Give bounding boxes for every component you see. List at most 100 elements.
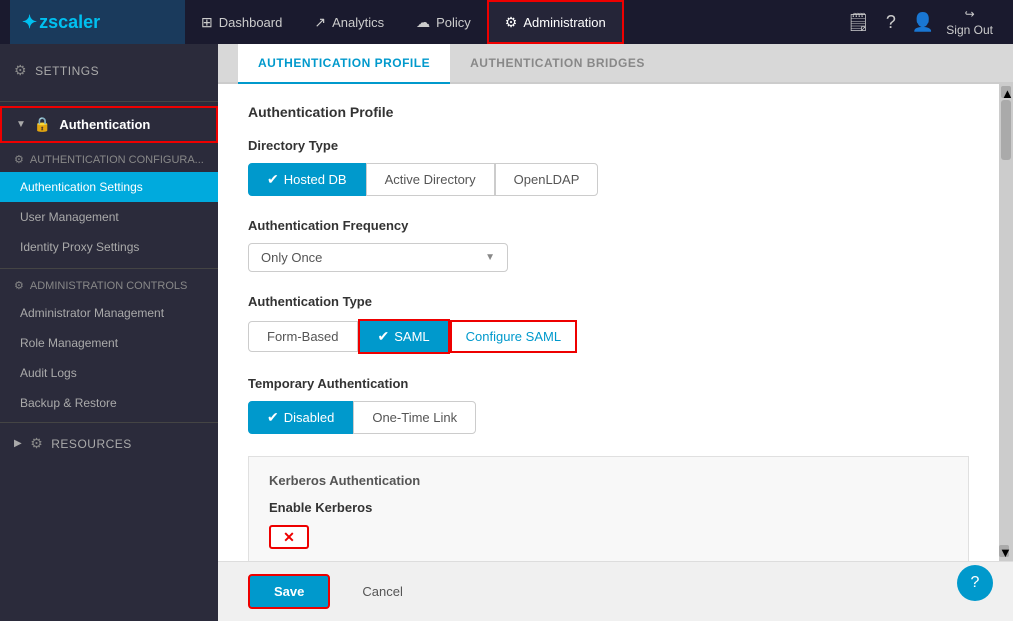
signout-button[interactable]: ↪ Sign Out xyxy=(946,7,993,37)
sidebar-role-management-label: Role Management xyxy=(20,336,118,350)
auth-frequency-label: Authentication Frequency xyxy=(248,218,969,233)
floating-help-button[interactable]: ? xyxy=(957,565,993,601)
sidebar-item-role-management[interactable]: Role Management xyxy=(0,328,218,358)
auth-config-icon: ⚙ xyxy=(14,153,24,166)
directory-type-group: Directory Type ✔ Hosted DB Active Direct… xyxy=(248,138,969,196)
directory-type-label: Directory Type xyxy=(248,138,969,153)
cancel-button[interactable]: Cancel xyxy=(346,576,418,607)
sidebar-item-auth-settings[interactable]: Authentication Settings xyxy=(0,172,218,202)
sidebar: ⚙ Settings ▼ 🔒 Authentication ⚙ AUTHENTI… xyxy=(0,44,218,621)
btn-saml[interactable]: ✔ SAML xyxy=(358,319,450,354)
tab-auth-profile[interactable]: Authentication Profile xyxy=(238,44,450,84)
btn-disabled[interactable]: ✔ Disabled xyxy=(248,401,353,434)
sidebar-item-user-management[interactable]: User Management xyxy=(0,202,218,232)
nav-analytics-label: Analytics xyxy=(332,15,384,30)
divider-1 xyxy=(0,101,218,102)
btn-openldap[interactable]: OpenLDAP xyxy=(495,163,599,196)
logo: ✦ zscaler xyxy=(10,0,185,44)
sidebar-user-management-label: User Management xyxy=(20,210,119,224)
sidebar-item-audit-logs[interactable]: Audit Logs xyxy=(0,358,218,388)
main-layout: ⚙ Settings ▼ 🔒 Authentication ⚙ AUTHENTI… xyxy=(0,44,1013,621)
kerberos-toggle[interactable]: ✕ xyxy=(269,525,309,549)
enable-kerberos-label: Enable Kerberos xyxy=(269,500,948,515)
sidebar-item-backup-restore[interactable]: Backup & Restore xyxy=(0,388,218,418)
sidebar-auth-subsection: ⚙ AUTHENTICATION CONFIGURA... Authentica… xyxy=(0,145,218,264)
admin-controls-icon: ⚙ xyxy=(14,279,24,292)
auth-type-options: Form-Based ✔ SAML Configure SAML xyxy=(248,319,969,354)
sidebar-settings-section: ⚙ Settings xyxy=(0,44,218,97)
auth-frequency-dropdown[interactable]: Only Once ▼ xyxy=(248,243,508,272)
sidebar-audit-logs-label: Audit Logs xyxy=(20,366,77,380)
top-navigation: ✦ zscaler ⊞ Dashboard ↗ Analytics ☁ Poli… xyxy=(0,0,1013,44)
tab-auth-profile-label: Authentication Profile xyxy=(258,56,430,70)
temp-auth-group: Temporary Authentication ✔ Disabled One-… xyxy=(248,376,969,434)
auth-type-label: Authentication Type xyxy=(248,294,969,309)
admin-icon: ⚙ xyxy=(505,14,518,31)
scroll-bar[interactable]: ▲ ▼ xyxy=(999,84,1013,561)
scroll-handle[interactable] xyxy=(1001,100,1011,160)
form-based-label: Form-Based xyxy=(267,329,339,344)
divider-2 xyxy=(0,268,218,269)
sidebar-settings-header: ⚙ Settings xyxy=(0,54,218,87)
main-panel: Authentication Profile Directory Type ✔ … xyxy=(218,84,999,561)
btn-hosted-db[interactable]: ✔ Hosted DB xyxy=(248,163,366,196)
kerberos-section: Kerberos Authentication Enable Kerberos … xyxy=(248,456,969,561)
scroll-down-arrow[interactable]: ▼ xyxy=(999,545,1009,557)
sidebar-auth-config-label: AUTHENTICATION CONFIGURA... xyxy=(30,154,204,166)
active-directory-label: Active Directory xyxy=(385,172,476,187)
x-icon: ✕ xyxy=(283,529,295,546)
user-icon[interactable]: 👤 xyxy=(908,8,938,37)
nav-administration-label: Administration xyxy=(523,15,605,30)
hosted-db-label: Hosted DB xyxy=(284,172,347,187)
tab-auth-bridges-label: Authentication Bridges xyxy=(470,56,645,70)
checkmark-icon[interactable]: 🗒 xyxy=(843,8,874,37)
disabled-check-icon: ✔ xyxy=(267,409,279,426)
temp-auth-options: ✔ Disabled One-Time Link xyxy=(248,401,969,434)
sidebar-admin-controls-header: ⚙ ADMINISTRATION CONTROLS xyxy=(0,273,218,298)
sidebar-item-admin-management[interactable]: Administrator Management xyxy=(0,298,218,328)
btn-one-time-link[interactable]: One-Time Link xyxy=(353,401,476,434)
kerberos-title: Kerberos Authentication xyxy=(269,473,948,488)
btn-form-based[interactable]: Form-Based xyxy=(248,321,358,352)
nav-administration[interactable]: ⚙ Administration xyxy=(487,0,624,44)
section-title: Authentication Profile xyxy=(248,104,969,120)
auth-frequency-value: Only Once xyxy=(261,250,322,265)
configure-saml-link[interactable]: Configure SAML xyxy=(450,320,577,353)
nav-dashboard-label: Dashboard xyxy=(219,15,283,30)
sidebar-item-identity-proxy[interactable]: Identity Proxy Settings xyxy=(0,232,218,262)
nav-dashboard[interactable]: ⊞ Dashboard xyxy=(185,0,298,44)
auth-frequency-group: Authentication Frequency Only Once ▼ xyxy=(248,218,969,272)
logo-text: zscaler xyxy=(39,12,100,33)
temp-auth-label: Temporary Authentication xyxy=(248,376,969,391)
dropdown-arrow-icon: ▼ xyxy=(485,252,495,263)
sidebar-auth-group: ▼ 🔒 Authentication xyxy=(0,106,218,143)
scroll-up-arrow[interactable]: ▲ xyxy=(1001,86,1011,98)
check-icon: ✔ xyxy=(267,171,279,188)
save-button[interactable]: Save xyxy=(248,574,330,609)
sidebar-auth-config-header: ⚙ AUTHENTICATION CONFIGURA... xyxy=(0,147,218,172)
help-icon[interactable]: ? xyxy=(882,8,900,37)
analytics-icon: ↗ xyxy=(314,14,326,31)
sidebar-auth-label: Authentication xyxy=(59,117,150,132)
policy-icon: ☁ xyxy=(416,14,430,31)
signout-label: Sign Out xyxy=(946,23,993,37)
dashboard-icon: ⊞ xyxy=(201,14,213,31)
sidebar-admin-management-label: Administrator Management xyxy=(20,306,164,320)
resources-icon: ⚙ xyxy=(30,435,43,452)
btn-active-directory[interactable]: Active Directory xyxy=(366,163,495,196)
sidebar-backup-restore-label: Backup & Restore xyxy=(20,396,117,410)
tab-auth-bridges[interactable]: Authentication Bridges xyxy=(450,44,665,84)
nav-analytics[interactable]: ↗ Analytics xyxy=(298,0,400,44)
bottom-actions: Save Cancel xyxy=(218,561,1013,621)
settings-gear-icon: ⚙ xyxy=(14,62,27,79)
signout-arrow-icon: ↪ xyxy=(965,7,975,21)
floating-help-icon: ? xyxy=(971,574,980,592)
content-area: Authentication Profile Authentication Br… xyxy=(218,44,1013,621)
sidebar-auth-settings-label: Authentication Settings xyxy=(20,180,143,194)
kerberos-toggle-container: ✕ xyxy=(269,525,948,549)
lock-icon: 🔒 xyxy=(34,116,51,133)
saml-check-icon: ✔ xyxy=(378,328,390,345)
saml-label: SAML xyxy=(394,329,429,344)
nav-policy[interactable]: ☁ Policy xyxy=(400,0,487,44)
sidebar-identity-proxy-label: Identity Proxy Settings xyxy=(20,240,139,254)
